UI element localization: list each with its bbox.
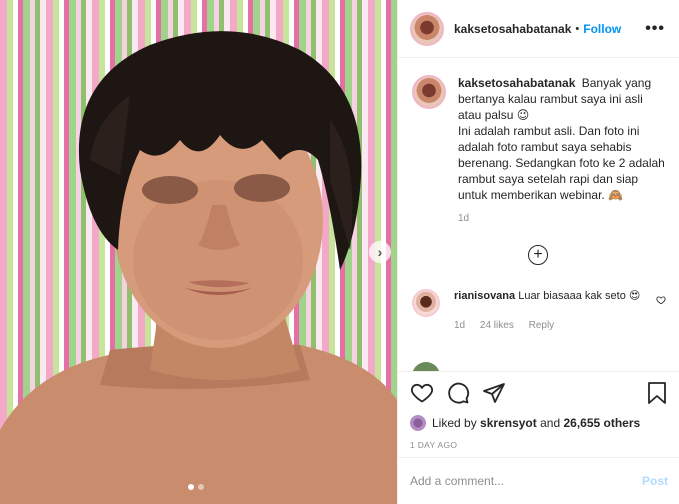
bookmark-icon[interactable]: [646, 381, 668, 405]
comment-input[interactable]: Add a comment...: [410, 474, 504, 488]
liker-avatar[interactable]: [410, 415, 426, 431]
comment-time: 1d: [454, 320, 466, 331]
comment-heart-icon[interactable]: [656, 295, 666, 305]
commenter-avatar[interactable]: [412, 362, 440, 371]
comment-icon[interactable]: [446, 381, 470, 405]
post-comment-button[interactable]: Post: [642, 474, 668, 488]
commenter-avatar[interactable]: [412, 289, 440, 317]
carousel-dot: [198, 484, 204, 490]
likes-middle: and: [540, 416, 561, 430]
caption-text-2: Ini adalah rambut asli. Dan foto ini ada…: [458, 124, 665, 202]
plus-circle-icon[interactable]: +: [528, 245, 548, 265]
more-icon[interactable]: •••: [645, 20, 665, 38]
comment-item-partial: …: [412, 362, 672, 371]
post-timestamp[interactable]: 1 DAY AGO: [398, 432, 679, 450]
caption-time: 1d: [458, 213, 470, 224]
liker-username[interactable]: skrensyot: [480, 416, 537, 430]
add-comment-bar: Add a comment... Post: [398, 457, 679, 504]
likes-count[interactable]: 26,655 others: [563, 416, 640, 430]
comments-section[interactable]: kaksetosahabatanak Banyak yang bertanya …: [398, 59, 679, 371]
carousel-indicator: [188, 484, 204, 490]
separator-dot: •: [575, 22, 580, 35]
heart-icon[interactable]: [410, 381, 434, 405]
post-header: kaksetosahabatanak • Follow •••: [398, 0, 679, 58]
next-slide-button[interactable]: ›: [369, 241, 391, 263]
caption-username[interactable]: kaksetosahabatanak: [458, 76, 575, 90]
post-actions: Liked by skrensyot and 26,655 others 1 D…: [398, 371, 679, 450]
post-photo[interactable]: ›: [0, 0, 397, 504]
author-username[interactable]: kaksetosahabatanak: [454, 22, 571, 36]
caption-avatar[interactable]: [412, 75, 446, 109]
post-details-panel: kaksetosahabatanak • Follow ••• kaksetos…: [397, 0, 679, 504]
comment-text: Luar biasaaa kak seto 😍: [518, 290, 641, 302]
comment-item: rianisovana Luar biasaaa kak seto 😍 1d 2…: [412, 289, 668, 333]
reply-button[interactable]: Reply: [529, 320, 555, 331]
commenter-username[interactable]: rianisovana: [454, 290, 515, 302]
follow-button[interactable]: Follow: [583, 22, 621, 36]
caption: kaksetosahabatanak Banyak yang bertanya …: [398, 59, 679, 224]
partial-comment-text: …: [454, 364, 465, 371]
action-icons: [398, 372, 679, 414]
carousel-dot-active: [188, 484, 194, 490]
share-icon[interactable]: [482, 381, 506, 405]
likes-summary: Liked by skrensyot and 26,655 others: [398, 414, 679, 432]
author-avatar[interactable]: [410, 11, 444, 46]
comment-likes[interactable]: 24 likes: [480, 320, 514, 331]
likes-prefix: Liked by: [432, 416, 477, 430]
portrait-image: [0, 31, 397, 504]
